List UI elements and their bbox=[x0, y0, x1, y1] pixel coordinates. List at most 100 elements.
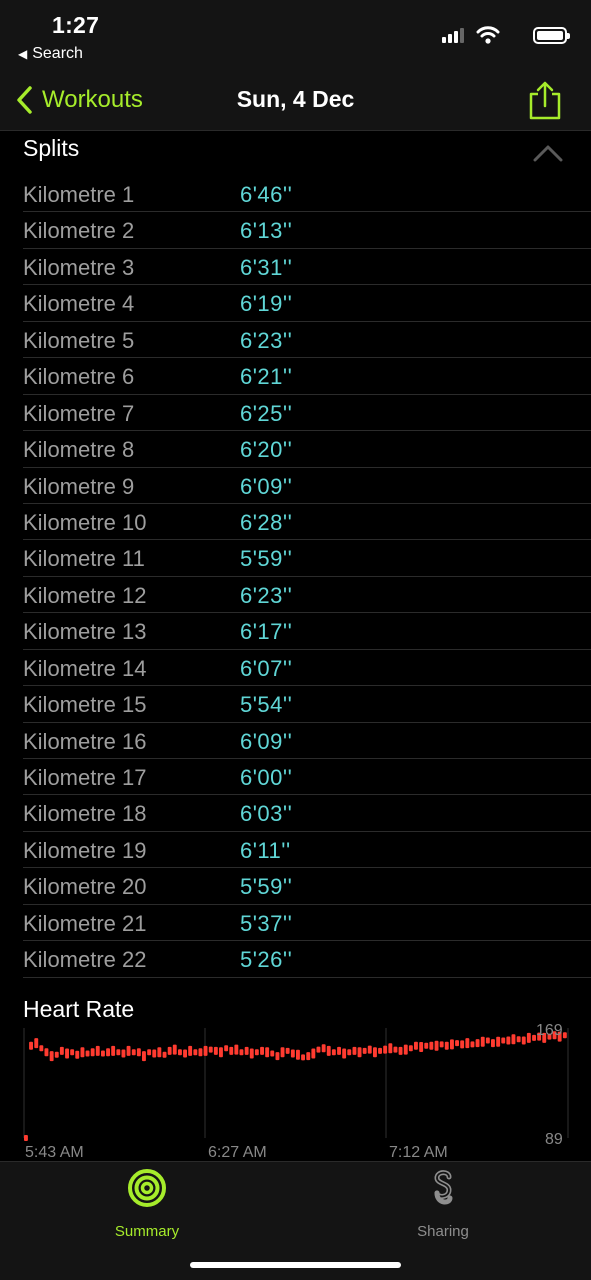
heart-rate-bar bbox=[347, 1049, 352, 1056]
heart-rate-bar bbox=[172, 1044, 177, 1055]
split-pace: 6'07'' bbox=[240, 655, 293, 681]
heart-rate-bar bbox=[101, 1050, 105, 1057]
split-pace: 6'00'' bbox=[240, 765, 293, 790]
heart-rate-bar bbox=[485, 1037, 490, 1044]
split-row: Kilometre 9 6'09'' bbox=[23, 468, 591, 504]
split-pace: 6'28'' bbox=[240, 509, 293, 535]
heart-rate-bar bbox=[29, 1041, 33, 1050]
heart-rate-bar bbox=[188, 1045, 193, 1056]
heart-rate-bar bbox=[193, 1049, 198, 1056]
split-row: Kilometre 22 5'26'' bbox=[23, 941, 591, 978]
split-row: Kilometre 15 5'54'' bbox=[23, 686, 591, 723]
heart-rate-bar bbox=[511, 1034, 516, 1045]
heart-rate-bar bbox=[465, 1038, 470, 1049]
heart-rate-bar bbox=[301, 1054, 305, 1061]
heart-rate-bar bbox=[562, 1032, 567, 1039]
split-row: Kilometre 10 6'28'' bbox=[23, 504, 591, 541]
heart-rate-bar bbox=[111, 1045, 116, 1056]
hr-max-label: 169 bbox=[536, 1022, 563, 1039]
heart-rate-bar bbox=[455, 1040, 459, 1047]
heart-rate-bar bbox=[34, 1038, 39, 1049]
heart-rate-bar bbox=[178, 1049, 182, 1056]
heart-rate-bar bbox=[244, 1046, 249, 1055]
split-row: Kilometre 7 6'25'' bbox=[23, 395, 591, 432]
heart-rate-bar bbox=[296, 1049, 300, 1060]
tab-summary[interactable]: Summary bbox=[87, 1168, 207, 1240]
hr-time-label-start: 5:43 AM bbox=[25, 1144, 84, 1161]
heart-rate-bar bbox=[414, 1041, 418, 1050]
heart-rate-bar bbox=[439, 1041, 444, 1048]
split-pace: 6'19'' bbox=[240, 291, 293, 317]
split-pace: 6'46'' bbox=[240, 182, 293, 207]
heart-rate-bar bbox=[326, 1045, 331, 1056]
split-row: Kilometre 18 6'03'' bbox=[23, 795, 591, 832]
chevron-up-icon[interactable] bbox=[533, 144, 563, 162]
heart-rate-bar bbox=[337, 1046, 341, 1055]
split-pace: 6'09'' bbox=[240, 728, 293, 754]
split-row: Kilometre 14 6'07'' bbox=[23, 650, 591, 687]
heart-rate-bar bbox=[450, 1039, 454, 1050]
tab-sharing[interactable]: Sharing bbox=[383, 1168, 503, 1240]
heart-rate-bar bbox=[383, 1045, 388, 1054]
heart-rate-bar bbox=[70, 1049, 75, 1056]
split-label: Kilometre 20 bbox=[23, 874, 147, 900]
heart-rate-bar bbox=[516, 1036, 521, 1043]
heart-rate-bar bbox=[501, 1037, 506, 1044]
tab-sharing-label: Sharing bbox=[417, 1223, 469, 1240]
split-row: Kilometre 16 6'09'' bbox=[23, 723, 591, 759]
split-pace: 6'09'' bbox=[240, 473, 293, 499]
heart-rate-bar bbox=[95, 1045, 100, 1056]
split-pace: 6'23'' bbox=[240, 582, 293, 608]
split-pace: 5'59'' bbox=[240, 546, 293, 572]
heart-rate-bar bbox=[496, 1036, 501, 1047]
split-pace: 6'11'' bbox=[240, 837, 291, 863]
split-label: Kilometre 19 bbox=[23, 837, 147, 863]
split-label: Kilometre 5 bbox=[23, 327, 135, 353]
heart-rate-bar bbox=[521, 1036, 526, 1045]
split-label: Kilometre 21 bbox=[23, 910, 147, 936]
back-triangle-icon: ◀ bbox=[18, 47, 28, 61]
heart-rate-bar bbox=[285, 1047, 290, 1054]
split-pace: 6'03'' bbox=[240, 801, 293, 827]
split-pace: 6'23'' bbox=[240, 327, 293, 353]
heart-rate-bar bbox=[357, 1047, 362, 1058]
heart-rate-bar bbox=[290, 1049, 295, 1058]
heart-rate-bar bbox=[219, 1047, 223, 1058]
back-app-label: Search bbox=[32, 45, 83, 62]
workouts-back-button[interactable]: Workouts bbox=[16, 84, 143, 116]
heart-rate-bar bbox=[54, 1051, 59, 1058]
heart-rate-bar bbox=[167, 1046, 172, 1055]
heart-rate-bar bbox=[162, 1051, 167, 1058]
split-label: Kilometre 14 bbox=[23, 655, 147, 681]
heart-rate-bar bbox=[136, 1048, 141, 1057]
heart-rate-bar bbox=[429, 1041, 434, 1050]
split-row: Kilometre 4 6'19'' bbox=[23, 285, 591, 322]
heart-rate-bar bbox=[39, 1045, 44, 1052]
share-icon[interactable] bbox=[527, 80, 563, 120]
heart-rate-bar bbox=[90, 1048, 95, 1057]
back-to-app-link[interactable]: ◀ Search bbox=[18, 45, 83, 63]
heart-rate-bar bbox=[234, 1044, 239, 1055]
split-label: Kilometre 8 bbox=[23, 437, 135, 463]
heart-rate-bar bbox=[121, 1049, 126, 1058]
heart-rate-bar bbox=[254, 1049, 259, 1056]
split-label: Kilometre 3 bbox=[23, 254, 135, 280]
split-pace: 5'37'' bbox=[240, 910, 293, 936]
workout-detail-scroll[interactable]: Splits Kilometre 1 6'46'' Kilometre 2 6'13'… bbox=[0, 131, 591, 1161]
heart-rate-bar bbox=[213, 1046, 218, 1055]
heart-rate-bar bbox=[270, 1050, 275, 1057]
heart-rate-bar bbox=[198, 1048, 203, 1057]
split-pace: 6'25'' bbox=[240, 400, 293, 426]
tab-summary-label: Summary bbox=[114, 1223, 180, 1240]
activity-rings-icon bbox=[128, 1169, 166, 1207]
split-label: Kilometre 7 bbox=[23, 400, 135, 426]
splits-list: Kilometre 1 6'46'' Kilometre 2 6'13'' Kilome… bbox=[23, 176, 591, 978]
heart-rate-bar bbox=[152, 1049, 157, 1058]
heart-rate-bar bbox=[49, 1051, 54, 1062]
heart-rate-bar bbox=[157, 1047, 162, 1058]
home-indicator[interactable] bbox=[190, 1262, 401, 1268]
sharing-icon bbox=[434, 1170, 453, 1205]
heart-rate-bar bbox=[116, 1049, 121, 1056]
heart-rate-bar bbox=[311, 1048, 316, 1059]
hr-time-label-mid: 6:27 AM bbox=[208, 1144, 267, 1161]
